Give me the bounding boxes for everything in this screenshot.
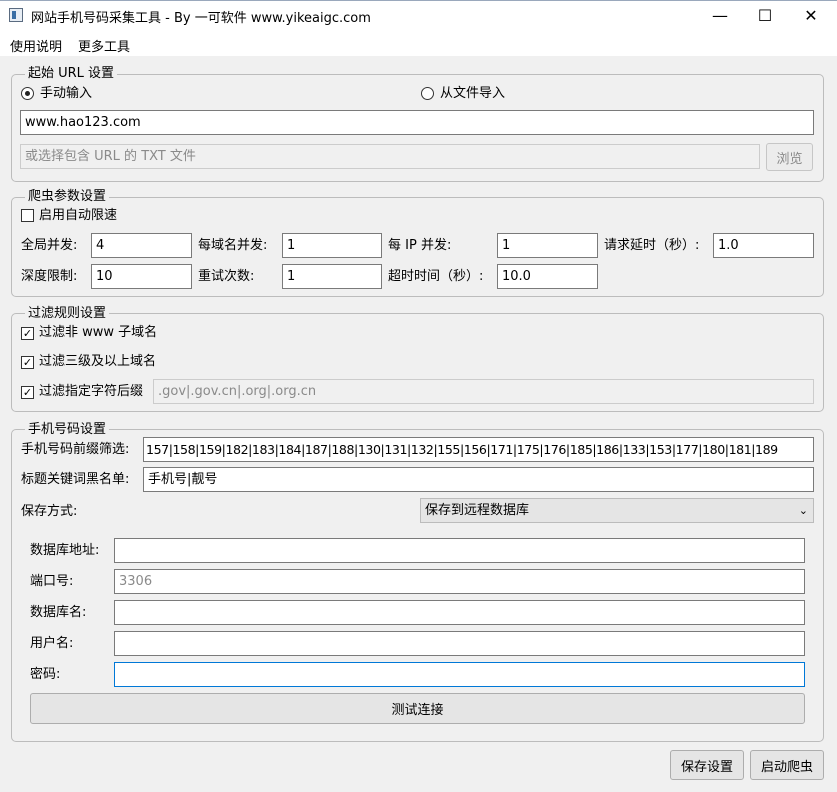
- db-address-input[interactable]: [114, 538, 805, 563]
- timeout-input[interactable]: 10.0: [497, 264, 598, 289]
- filter-third-level-checkbox[interactable]: ✓: [21, 356, 34, 369]
- close-icon: ✕: [804, 6, 818, 25]
- filter-suffix-checkbox[interactable]: ✓: [21, 386, 34, 399]
- test-connection-button[interactable]: 测试连接: [30, 693, 805, 724]
- per-domain-label: 每域名并发:: [198, 238, 268, 253]
- db-name-label: 数据库名:: [30, 605, 87, 620]
- auto-throttle-checkbox[interactable]: [21, 209, 34, 222]
- username-input[interactable]: [114, 631, 805, 656]
- filter-third-level-label: 过滤三级及以上域名: [39, 354, 157, 369]
- per-ip-input[interactable]: 1: [497, 233, 598, 258]
- phone-group-title: 手机号码设置: [25, 422, 110, 438]
- delay-label: 请求延时（秒）:: [604, 238, 700, 253]
- db-name-input[interactable]: [114, 600, 805, 625]
- menu-item-help[interactable]: 使用说明: [10, 36, 62, 55]
- global-concurrency-label: 全局并发:: [21, 238, 78, 253]
- auto-throttle-label: 启用自动限速: [39, 208, 118, 223]
- start-crawler-button[interactable]: 启动爬虫: [750, 750, 824, 780]
- blacklist-input[interactable]: 手机号|靓号: [143, 467, 814, 492]
- save-mode-value: 保存到远程数据库: [425, 503, 530, 518]
- password-input[interactable]: [114, 662, 805, 687]
- minimize-icon: —: [712, 6, 728, 25]
- check-icon: ✓: [22, 386, 33, 399]
- menu-item-more-tools[interactable]: 更多工具: [78, 36, 130, 55]
- blacklist-label: 标题关键词黑名单:: [21, 472, 130, 487]
- radio-file-label: 从文件导入: [440, 86, 506, 101]
- db-address-label: 数据库地址:: [30, 543, 100, 558]
- save-mode-label: 保存方式:: [21, 504, 78, 519]
- password-label: 密码:: [30, 667, 61, 682]
- suffix-input[interactable]: .gov|.gov.cn|.org|.org.cn: [153, 379, 814, 404]
- filter-non-www-checkbox[interactable]: ✓: [21, 327, 34, 340]
- username-label: 用户名:: [30, 636, 74, 651]
- radio-manual[interactable]: [21, 87, 34, 100]
- minimize-button[interactable]: —: [697, 0, 743, 31]
- global-concurrency-input[interactable]: 4: [91, 233, 192, 258]
- radio-manual-label: 手动输入: [40, 86, 93, 101]
- app-icon: [9, 8, 23, 22]
- save-settings-button[interactable]: 保存设置: [670, 750, 744, 780]
- radio-file[interactable]: [421, 87, 434, 100]
- port-input[interactable]: 3306: [114, 569, 805, 594]
- save-mode-select[interactable]: 保存到远程数据库 ⌄: [420, 498, 814, 523]
- prefix-input[interactable]: 157|158|159|182|183|184|187|188|130|131|…: [143, 437, 814, 462]
- filter-non-www-label: 过滤非 www 子域名: [39, 325, 158, 340]
- depth-input[interactable]: 10: [91, 264, 192, 289]
- depth-label: 深度限制:: [21, 269, 78, 284]
- prefix-label: 手机号码前缀筛选:: [21, 442, 130, 457]
- window-title: 网站手机号码采集工具 - By 一可软件 www.yikeaigc.com: [31, 11, 371, 26]
- url-group-title: 起始 URL 设置: [25, 66, 118, 82]
- port-label: 端口号:: [30, 574, 74, 589]
- maximize-button[interactable]: ☐: [742, 0, 788, 31]
- timeout-label: 超时时间（秒）:: [388, 269, 484, 284]
- check-icon: ✓: [22, 327, 33, 340]
- chevron-down-icon: ⌄: [798, 504, 808, 517]
- url-input[interactable]: www.hao123.com: [20, 110, 814, 135]
- per-domain-input[interactable]: 1: [282, 233, 382, 258]
- delay-input[interactable]: 1.0: [713, 233, 814, 258]
- check-icon: ✓: [22, 356, 33, 369]
- browse-button[interactable]: 浏览: [766, 143, 813, 171]
- filter-group-title: 过滤规则设置: [25, 306, 110, 322]
- crawler-group-title: 爬虫参数设置: [25, 189, 110, 205]
- filter-suffix-label: 过滤指定字符后缀: [39, 384, 144, 399]
- per-ip-label: 每 IP 并发:: [388, 238, 452, 253]
- port-placeholder: 3306: [119, 574, 153, 589]
- retry-input[interactable]: 1: [282, 264, 382, 289]
- file-path-input[interactable]: 或选择包含 URL 的 TXT 文件: [20, 144, 760, 169]
- retry-label: 重试次数:: [198, 269, 255, 284]
- close-button[interactable]: ✕: [788, 0, 834, 31]
- maximize-icon: ☐: [757, 6, 773, 25]
